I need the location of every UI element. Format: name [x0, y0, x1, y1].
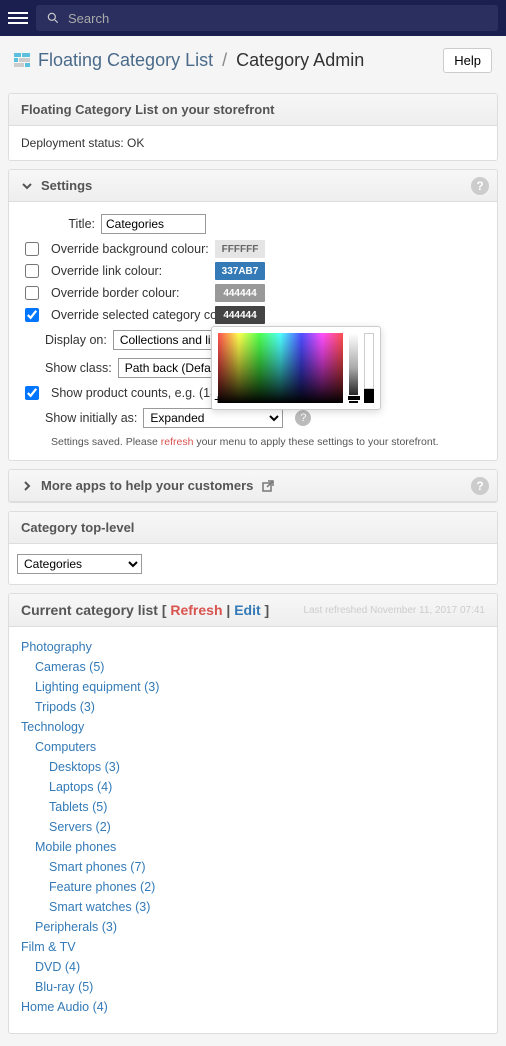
deployment-status: Deployment status: OK — [21, 136, 485, 150]
help-button[interactable]: Help — [443, 48, 492, 73]
color-picker-cursor: + — [214, 391, 222, 407]
category-link[interactable]: Cameras (5) — [35, 660, 104, 674]
category-link[interactable]: Film & TV — [21, 940, 76, 954]
catlist-edit-link[interactable]: Edit — [234, 602, 260, 618]
last-refreshed: Last refreshed November 11, 2017 07:41 — [303, 605, 485, 616]
show-counts-label: Show product counts, e.g. (13) — [51, 386, 221, 400]
show-initially-select[interactable]: Expanded — [143, 408, 283, 428]
setting-bg-row: Override background colour: FFFFFF — [15, 238, 491, 260]
bg-color-chip[interactable]: FFFFFF — [215, 240, 265, 258]
search-input[interactable]: Search — [36, 5, 498, 31]
chevron-right-icon — [21, 480, 33, 492]
title-input[interactable] — [101, 214, 206, 234]
override-border-checkbox[interactable] — [25, 286, 39, 300]
override-link-checkbox[interactable] — [25, 264, 39, 278]
catlist-panel: Current category list [ Refresh | Edit ]… — [8, 593, 498, 1034]
lightness-marker — [347, 395, 361, 401]
help-icon[interactable]: ? — [471, 177, 489, 195]
color-picker-swatch — [364, 333, 374, 403]
settings-title: Settings — [41, 178, 92, 193]
storefront-panel: Floating Category List on your storefron… — [8, 93, 498, 161]
settings-panel-header[interactable]: Settings ? — [9, 170, 497, 202]
category-link[interactable]: Technology — [21, 720, 84, 734]
category-link[interactable]: Mobile phones — [35, 840, 116, 854]
app-icon — [14, 53, 30, 69]
show-counts-checkbox[interactable] — [25, 386, 39, 400]
override-border-label: Override border colour: — [51, 286, 180, 300]
border-color-chip[interactable]: 444444 — [215, 284, 265, 302]
category-link[interactable]: DVD (4) — [35, 960, 80, 974]
color-picker-lightness[interactable] — [349, 333, 359, 403]
search-placeholder: Search — [68, 11, 109, 26]
more-apps-panel: More apps to help your customers ? — [8, 469, 498, 503]
top-bar: Search — [0, 0, 506, 36]
category-link[interactable]: Smart watches (3) — [49, 900, 150, 914]
show-initially-label: Show initially as: — [45, 411, 137, 425]
refresh-link[interactable]: refresh — [161, 436, 194, 448]
category-link[interactable]: Tablets (5) — [49, 800, 107, 814]
override-selected-label: Override selected category colour: — [51, 308, 241, 322]
category-link[interactable]: Computers — [35, 740, 96, 754]
setting-border-row: Override border colour: 444444 — [15, 282, 491, 304]
catlist-header: Current category list [ Refresh | Edit ]… — [9, 594, 497, 627]
toplevel-panel: Category top-level Categories — [8, 511, 498, 585]
breadcrumb-app[interactable]: Floating Category List — [38, 50, 213, 70]
category-link[interactable]: Tripods (3) — [35, 700, 95, 714]
search-icon — [46, 11, 60, 25]
selected-color-chip[interactable]: 444444 — [215, 306, 265, 324]
setting-selected-row: Override selected category colour: 44444… — [15, 304, 491, 326]
catlist-refresh-link[interactable]: Refresh — [170, 602, 222, 618]
category-link[interactable]: Smart phones (7) — [49, 860, 146, 874]
category-link[interactable]: Photography — [21, 640, 92, 654]
toplevel-select[interactable]: Categories — [17, 554, 142, 574]
external-link-icon — [261, 479, 275, 493]
override-link-label: Override link colour: — [51, 264, 162, 278]
breadcrumb-page: Category Admin — [236, 50, 364, 70]
page-header: Floating Category List / Category Admin … — [0, 36, 506, 85]
link-color-chip[interactable]: 337AB7 — [215, 262, 265, 280]
override-bg-label: Override background colour: — [51, 242, 209, 256]
more-apps-header[interactable]: More apps to help your customers ? — [9, 470, 497, 502]
category-link[interactable]: Lighting equipment (3) — [35, 680, 159, 694]
breadcrumb-separator: / — [222, 50, 227, 70]
category-link[interactable]: Desktops (3) — [49, 760, 120, 774]
setting-title-row: Title: — [15, 210, 491, 238]
display-on-label: Display on: — [45, 333, 107, 347]
more-apps-title: More apps to help your customers — [41, 478, 253, 493]
category-link[interactable]: Blu-ray (5) — [35, 980, 93, 994]
help-icon[interactable]: ? — [295, 410, 311, 426]
storefront-panel-title: Floating Category List on your storefron… — [9, 94, 497, 126]
override-bg-checkbox[interactable] — [25, 242, 39, 256]
category-link[interactable]: Home Audio (4) — [21, 1000, 108, 1014]
settings-body: Title: Override background colour: FFFFF… — [9, 202, 497, 460]
category-link[interactable]: Feature phones (2) — [49, 880, 155, 894]
menu-icon[interactable] — [8, 8, 28, 28]
category-link[interactable]: Peripherals (3) — [35, 920, 117, 934]
color-picker-sv[interactable]: + — [218, 333, 343, 403]
help-icon[interactable]: ? — [471, 477, 489, 495]
toplevel-title: Category top-level — [9, 512, 497, 544]
breadcrumb: Floating Category List / Category Admin — [38, 50, 364, 71]
color-picker: + — [211, 326, 381, 410]
show-class-label: Show class: — [45, 361, 112, 375]
override-selected-checkbox[interactable] — [25, 308, 39, 322]
chevron-down-icon — [21, 180, 33, 192]
title-label: Title: — [45, 217, 95, 231]
settings-panel: Settings ? Title: Override background co… — [8, 169, 498, 461]
settings-saved-message: Settings saved. Please refresh your menu… — [15, 432, 491, 448]
category-link[interactable]: Servers (2) — [49, 820, 111, 834]
category-link[interactable]: Laptops (4) — [49, 780, 112, 794]
category-tree: Photography Cameras (5) Lighting equipment… — [9, 627, 497, 1033]
setting-link-row: Override link colour: 337AB7 — [15, 260, 491, 282]
